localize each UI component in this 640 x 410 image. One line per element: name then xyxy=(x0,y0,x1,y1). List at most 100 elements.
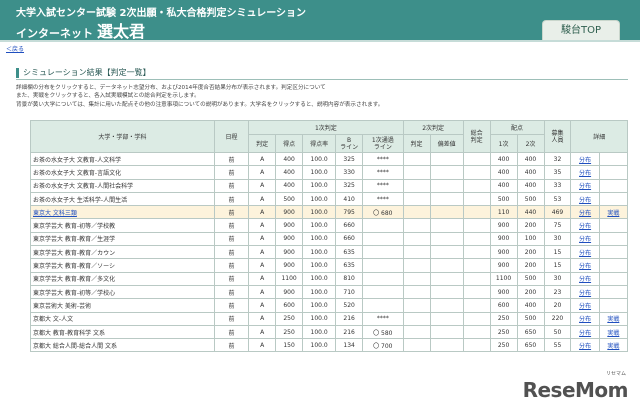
distribution-link[interactable]: 分布 xyxy=(579,157,591,164)
header-total: 総合 判定 xyxy=(462,120,491,153)
cell-p2: 400 xyxy=(516,165,545,180)
distribution-link[interactable]: 分布 xyxy=(579,276,591,283)
cell-judge: A xyxy=(248,178,277,193)
cell-detail-practice xyxy=(598,178,629,193)
cell-judge: A xyxy=(248,338,277,353)
cell-sched: 前 xyxy=(213,165,250,180)
cell-capacity: 20 xyxy=(543,298,572,313)
back-link[interactable]: ＜戻る xyxy=(6,44,24,53)
cell-detail-practice xyxy=(598,151,629,167)
cell-rate: 100.0 xyxy=(302,284,337,300)
distribution-link[interactable]: 分布 xyxy=(579,330,591,337)
cell-judge2 xyxy=(402,271,431,286)
cell-detail-practice[interactable]: 実戦 xyxy=(598,311,629,326)
cell-sched: 前 xyxy=(213,324,250,340)
cell-detail-dist[interactable]: 分布 xyxy=(570,284,600,300)
header-judge2: 判定 xyxy=(402,134,431,153)
cell-pass1: **** xyxy=(362,178,404,193)
name[interactable]: 東京大 文科三類 xyxy=(30,205,215,220)
name: 東京学芸大 教育-教育／ソーシ xyxy=(30,258,215,273)
cell-total xyxy=(462,178,491,193)
distribution-link[interactable]: 分布 xyxy=(579,236,591,243)
cell-detail-dist[interactable]: 分布 xyxy=(570,271,600,286)
cell-sched: 前 xyxy=(213,218,250,233)
cell-rate: 100.0 xyxy=(302,231,337,247)
cell-score: 900 xyxy=(275,218,304,233)
cell-total xyxy=(462,284,491,300)
cell-detail-dist[interactable]: 分布 xyxy=(570,338,600,353)
cell-detail-practice xyxy=(598,218,629,233)
cell-rate: 100.0 xyxy=(302,165,337,180)
distribution-link[interactable]: 分布 xyxy=(579,183,591,190)
distribution-link[interactable]: 分布 xyxy=(579,290,591,297)
cell-detail-dist[interactable]: 分布 xyxy=(570,258,600,273)
distribution-link[interactable]: 分布 xyxy=(579,303,591,310)
practice-link[interactable]: 実戦 xyxy=(607,210,619,217)
distribution-link[interactable]: 分布 xyxy=(579,316,591,323)
distribution-link[interactable]: 分布 xyxy=(579,170,591,177)
cell-detail-dist[interactable]: 分布 xyxy=(570,324,600,340)
cell-detail-practice[interactable]: 実戦 xyxy=(598,338,629,353)
cell-p1: 110 xyxy=(489,205,518,220)
cell-detail-dist[interactable]: 分布 xyxy=(570,165,600,180)
cell-score: 500 xyxy=(275,191,304,207)
cell-bline: 520 xyxy=(335,298,364,313)
cell-total xyxy=(462,205,491,220)
distribution-link[interactable]: 分布 xyxy=(579,223,591,230)
cell-judge2 xyxy=(402,284,431,300)
cell-pass1: **** xyxy=(362,311,404,326)
cell-detail-practice xyxy=(598,191,629,207)
cell-detail-dist[interactable]: 分布 xyxy=(570,245,600,260)
cell-p2: 400 xyxy=(516,178,545,193)
cell-pass1 xyxy=(362,298,404,313)
distribution-link[interactable]: 分布 xyxy=(579,210,591,217)
table-row: お茶の水女子大 生活科学-人間生活前 A 500 100.0 410 **** 500 500… xyxy=(30,191,629,207)
cell-detail-practice[interactable]: 実戦 xyxy=(598,205,629,220)
cell-detail-dist[interactable]: 分布 xyxy=(570,231,600,247)
description-line: 詳細欄の分布をクリックすると、データネット志望分布、および2014年度合否結果分… xyxy=(16,85,326,91)
cell-total xyxy=(462,258,491,273)
cell-detail-dist[interactable]: 分布 xyxy=(570,151,600,167)
tab-sundai-top[interactable]: 駿台TOP xyxy=(542,20,620,40)
cell-detail-dist[interactable]: 分布 xyxy=(570,311,600,326)
table-row: 東京学芸大 教育-教育／生涯学前 A 900 100.0 660 900 100 30 分布 xyxy=(30,231,629,247)
cell-score: 250 xyxy=(275,324,304,340)
practice-link[interactable]: 実戦 xyxy=(607,330,619,337)
header-name: 大学・学部・学科 xyxy=(30,120,215,153)
table-row: 東京学芸大 教育-教育／多文化前 A 1100 100.0 810 1100 500 30 分布 xyxy=(30,271,629,286)
cell-sched: 前 xyxy=(213,284,250,300)
cell-detail-practice xyxy=(598,165,629,180)
cell-p2: 100 xyxy=(516,231,545,247)
practice-link[interactable]: 実戦 xyxy=(607,316,619,323)
cell-detail-dist[interactable]: 分布 xyxy=(570,298,600,313)
cell-dev xyxy=(429,258,464,273)
distribution-link[interactable]: 分布 xyxy=(579,197,591,204)
cell-score: 150 xyxy=(275,338,304,353)
name: 東京学芸大 教育-初等／学校心 xyxy=(30,284,215,300)
university-link[interactable]: 東京大 文科三類 xyxy=(33,210,77,217)
cell-detail-dist[interactable]: 分布 xyxy=(570,218,600,233)
table-row: 東京学芸大 教育-教育／カウン前 A 900 100.0 635 900 200 15 分布 xyxy=(30,245,629,260)
cell-detail-dist[interactable]: 分布 xyxy=(570,178,600,193)
distribution-link[interactable]: 分布 xyxy=(579,343,591,350)
cell-detail-dist[interactable]: 分布 xyxy=(570,205,600,220)
cell-bline: 325 xyxy=(335,178,364,193)
distribution-link[interactable]: 分布 xyxy=(579,263,591,270)
cell-sched: 前 xyxy=(213,151,250,167)
cell-detail-dist[interactable]: 分布 xyxy=(570,191,600,207)
header-dev: 偏差値 xyxy=(429,134,464,153)
cell-dev xyxy=(429,191,464,207)
cell-rate: 100.0 xyxy=(302,178,337,193)
section-title: シミュレーション結果【判定一覧】 xyxy=(16,66,628,80)
distribution-link[interactable]: 分布 xyxy=(579,250,591,257)
cell-detail-practice[interactable]: 実戦 xyxy=(598,324,629,340)
cell-dev xyxy=(429,218,464,233)
cell-dev xyxy=(429,231,464,247)
cell-dev xyxy=(429,178,464,193)
practice-link[interactable]: 実戦 xyxy=(607,343,619,350)
cell-pass1: 〇 700 xyxy=(362,338,404,353)
name: 東京学芸大 教育-初等／学校教 xyxy=(30,218,215,233)
cell-p2: 440 xyxy=(516,205,545,220)
cell-judge2 xyxy=(402,338,431,353)
header-group2: 2次判定 xyxy=(402,120,464,135)
